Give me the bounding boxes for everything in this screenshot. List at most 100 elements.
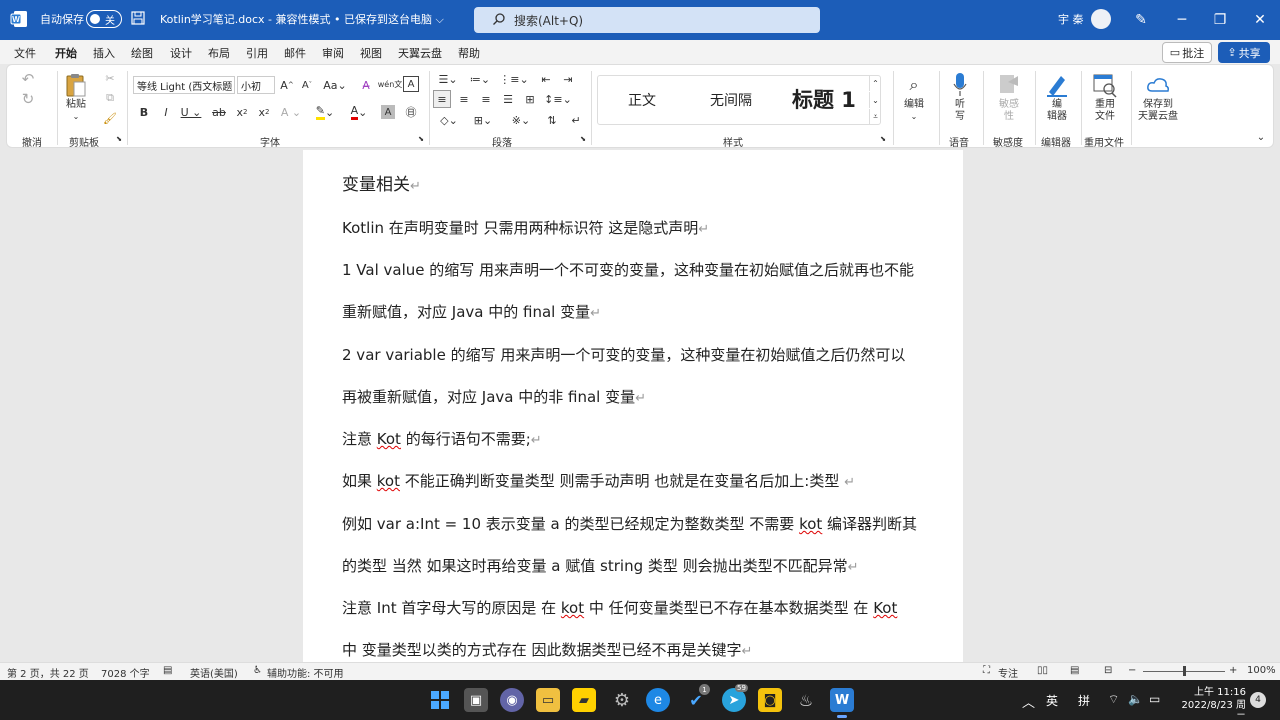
telegram-icon[interactable]: ➤ 59 <box>722 684 748 712</box>
accessibility-status[interactable]: 辅助功能: 不可用 <box>267 665 344 680</box>
menu-review[interactable]: 审阅 <box>322 45 344 61</box>
volume-icon[interactable]: 🔈 <box>1128 692 1143 706</box>
editing-button[interactable]: ⌕ 编辑 ⌄ <box>901 71 927 123</box>
web-layout-icon[interactable]: ⊟ <box>1104 665 1112 676</box>
menu-draw[interactable]: 绘图 <box>131 45 153 61</box>
format-painter-icon[interactable]: 🖌 <box>103 111 117 125</box>
menu-layout[interactable]: 布局 <box>208 45 230 61</box>
redo-icon[interactable]: ↻ <box>19 90 37 108</box>
character-border-icon[interactable]: A <box>403 76 419 92</box>
menu-mailings[interactable]: 邮件 <box>284 45 306 61</box>
multilevel-list-icon[interactable]: ⋮≡⌄ <box>499 70 528 88</box>
styles-more-icon[interactable]: ⩡ <box>869 109 881 125</box>
system-clock[interactable]: 上午 11:16 2022/8/23 周二 <box>1176 686 1246 720</box>
save-icon[interactable] <box>131 11 145 25</box>
menu-file[interactable]: 文件 <box>14 45 36 61</box>
teams-chat-icon[interactable]: ◉ <box>500 688 524 712</box>
minimize-icon[interactable]: ─ <box>1172 10 1192 30</box>
notification-badge[interactable]: 4 <box>1250 692 1266 708</box>
sort-icon[interactable]: ⇅ <box>543 111 561 129</box>
decrease-indent-icon[interactable]: ⇤ <box>537 70 555 88</box>
user-name[interactable]: 宇 秦 <box>1058 11 1084 27</box>
settings-icon[interactable]: ⚙ <box>610 688 634 712</box>
shrink-font-icon[interactable]: Aˇ <box>299 76 315 94</box>
ime-language[interactable]: 英 <box>1046 692 1058 709</box>
italic-icon[interactable]: I <box>159 103 173 121</box>
page-count[interactable]: 第 2 页，共 22 页 <box>7 665 89 680</box>
styles-launcher-icon[interactable]: ⬊ <box>879 135 887 143</box>
copy-icon[interactable]: ⧉ <box>103 91 117 105</box>
menu-view[interactable]: 视图 <box>360 45 382 61</box>
dictate-button[interactable]: 听 写 <box>947 71 973 123</box>
spelling-error[interactable]: Kot <box>377 430 401 448</box>
spelling-error[interactable]: Kot <box>873 599 897 617</box>
style-no-spacing[interactable]: 无间隔 <box>710 90 752 110</box>
sensitivity-button[interactable]: 敏感 性 <box>993 71 1025 123</box>
proofing-icon[interactable]: ▤ <box>163 665 172 676</box>
editor-button[interactable]: 编 辑器 <box>1043 71 1071 123</box>
menu-tianyi-cloud[interactable]: 天翼云盘 <box>398 45 442 61</box>
bold-icon[interactable]: B <box>137 103 151 121</box>
save-to-tianyi-button[interactable]: 保存到 天翼云盘 <box>1135 71 1181 123</box>
comment-button[interactable]: ▭ 批注 <box>1162 42 1212 63</box>
show-marks-icon[interactable]: ↵ <box>567 111 585 129</box>
style-normal[interactable]: 正文 <box>628 90 656 110</box>
battery-icon[interactable]: ▭ <box>1149 692 1160 706</box>
line-spacing-icon[interactable]: ↕≡⌄ <box>543 90 573 108</box>
menu-insert[interactable]: 插入 <box>93 45 115 61</box>
align-left-icon[interactable]: ≡ <box>433 90 451 108</box>
shading-icon[interactable]: ◇⌄ <box>437 111 461 129</box>
spelling-error[interactable]: kot <box>561 599 584 617</box>
steam-icon[interactable]: ♨ <box>794 688 818 712</box>
zoom-slider-thumb[interactable] <box>1183 666 1186 676</box>
menu-design[interactable]: 设计 <box>170 45 192 61</box>
phonetic-guide-icon[interactable]: wén文 <box>378 74 403 94</box>
close-icon[interactable]: ✕ <box>1250 10 1270 30</box>
edge-browser-icon[interactable]: e <box>646 688 670 712</box>
paste-button[interactable]: 粘贴 ⌄ <box>65 71 87 123</box>
chinese-layout-icon[interactable]: ※⌄ <box>507 111 535 129</box>
justify-icon[interactable]: ☰ <box>499 90 517 108</box>
sticky-notes-icon[interactable]: ▰ <box>572 688 596 712</box>
document-page[interactable]: 变量相关↵ Kotlin 在声明变量时 只需用两种标识符 这是隐式声明↵ 1 V… <box>303 150 963 662</box>
word-taskbar-icon[interactable]: W <box>830 688 854 718</box>
search-box[interactable]: 搜索(Alt+Q) <box>474 7 820 33</box>
chat-app-icon[interactable]: ◙ <box>758 688 782 712</box>
change-case-icon[interactable]: Aa⌄ <box>323 76 347 94</box>
menu-home[interactable]: 开始 <box>55 45 77 67</box>
styles-scroll-down-icon[interactable]: ⌄ <box>869 92 881 108</box>
focus-icon[interactable]: ⛶ <box>983 665 990 676</box>
underline-icon[interactable]: U ⌄ <box>179 103 203 121</box>
checklist-icon[interactable]: ✔ 1 <box>684 684 710 712</box>
language-status[interactable]: 英语(美国) <box>190 665 238 680</box>
autosave-toggle[interactable]: 关 <box>86 10 122 28</box>
file-explorer-icon[interactable]: ▭ <box>536 688 560 712</box>
highlight-icon[interactable]: ✎ ⌄ <box>311 103 339 121</box>
cut-icon[interactable]: ✂ <box>103 71 117 85</box>
font-size-select[interactable]: 小初 <box>237 76 275 94</box>
align-right-icon[interactable]: ≡ <box>477 90 495 108</box>
maximize-icon[interactable]: ❐ <box>1210 10 1230 30</box>
pen-icon[interactable]: ✎ <box>1131 10 1151 30</box>
avatar[interactable] <box>1091 9 1111 29</box>
superscript-icon[interactable]: x2 <box>257 103 271 121</box>
style-heading-1[interactable]: 标题 1 <box>792 84 856 114</box>
tray-overflow-icon[interactable]: ︿ <box>1022 692 1035 711</box>
enclose-characters-icon[interactable]: ㊐ <box>403 103 419 121</box>
character-shading-icon[interactable]: A <box>381 105 395 119</box>
font-color-icon[interactable]: A ⌄ <box>345 103 373 121</box>
menu-help[interactable]: 帮助 <box>458 45 480 61</box>
spelling-error[interactable]: kot <box>377 472 400 490</box>
numbering-icon[interactable]: ≔⌄ <box>467 70 493 88</box>
accessibility-icon[interactable]: ♿ <box>253 665 262 676</box>
menu-references[interactable]: 引用 <box>246 45 268 61</box>
zoom-in-icon[interactable]: + <box>1229 665 1237 676</box>
undo-icon[interactable]: ↶ <box>19 70 37 88</box>
collapse-ribbon-icon[interactable]: ⌄ <box>1255 131 1267 143</box>
strikethrough-icon[interactable]: ab <box>211 103 227 121</box>
clear-format-icon[interactable]: A̶ <box>357 76 375 94</box>
bullets-icon[interactable]: ☰⌄ <box>435 70 461 88</box>
zoom-out-icon[interactable]: − <box>1128 665 1136 676</box>
wifi-icon[interactable]: ⌔ <box>1108 692 1119 707</box>
subscript-icon[interactable]: x2 <box>235 103 249 121</box>
